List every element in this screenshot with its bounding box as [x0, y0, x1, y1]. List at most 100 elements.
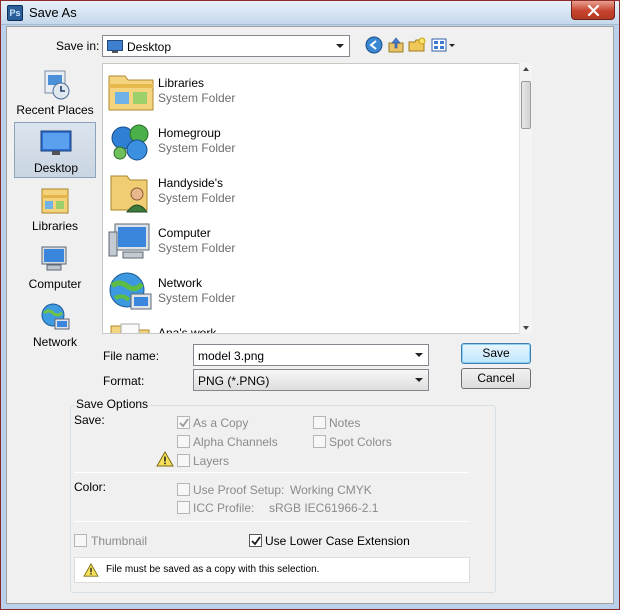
notes-label: Notes — [329, 416, 361, 430]
checkmark-icon — [251, 536, 261, 546]
back-arrow-icon[interactable] — [365, 36, 383, 54]
libraries-icon — [41, 188, 69, 214]
checkmark-icon — [179, 418, 189, 428]
save-in-label: Save in: — [56, 39, 100, 53]
dialog-client-area: Save in: Desktop Recent Places Desktop L… — [6, 26, 614, 604]
new-folder-icon[interactable] — [408, 36, 426, 54]
icc-profile-checkbox[interactable] — [177, 501, 190, 514]
file-name: Libraries — [158, 76, 205, 90]
file-type: System Folder — [158, 91, 236, 105]
network-icon — [41, 303, 70, 330]
use-proof-setup-checkbox[interactable] — [177, 483, 190, 496]
alpha-channels-checkbox[interactable] — [177, 435, 190, 448]
list-item[interactable]: Computer System Folder — [107, 218, 507, 266]
scroll-down-icon[interactable] — [523, 326, 529, 330]
place-label: Recent Places — [16, 103, 94, 117]
lower-case-extension-checkbox[interactable] — [249, 534, 262, 547]
close-button[interactable] — [571, 1, 615, 20]
file-type: System Folder — [158, 141, 236, 155]
as-a-copy-checkbox[interactable] — [177, 416, 190, 429]
window-title: Save As — [29, 5, 77, 20]
place-computer[interactable]: Computer — [14, 239, 96, 295]
homegroup-icon — [111, 124, 149, 161]
file-type: System Folder — [158, 241, 236, 255]
place-network[interactable]: Network — [14, 297, 96, 353]
user-folder-icon — [110, 175, 148, 213]
place-label: Computer — [28, 277, 82, 291]
places-bar: Recent Places Desktop Libraries Computer… — [14, 63, 96, 361]
file-name: Network — [158, 276, 203, 290]
file-name: Ana's work — [158, 326, 217, 334]
save-label: Save: — [74, 413, 105, 427]
file-type: System Folder — [158, 191, 236, 205]
save-options-title: Save Options — [74, 397, 151, 411]
use-proof-setup-label: Use Proof Setup: — [193, 483, 285, 497]
divider — [74, 472, 469, 473]
list-item[interactable]: Network System Folder — [107, 268, 507, 316]
file-name: Homegroup — [158, 126, 221, 140]
format-select[interactable]: PNG (*.PNG) — [193, 369, 429, 391]
thumbnail-label: Thumbnail — [91, 534, 148, 548]
icc-profile-label: ICC Profile: — [193, 501, 255, 515]
layers-checkbox[interactable] — [177, 454, 190, 467]
list-item[interactable]: Handyside's System Folder — [107, 168, 507, 216]
divider — [74, 521, 469, 522]
save-in-value: Desktop — [127, 40, 172, 54]
spot-colors-checkbox[interactable] — [313, 435, 326, 448]
save-in-dropdown[interactable]: Desktop — [102, 35, 350, 57]
desktop-icon — [40, 130, 72, 155]
chevron-down-icon[interactable] — [415, 353, 423, 357]
warning-icon — [83, 563, 99, 577]
place-label: Desktop — [33, 161, 79, 175]
save-as-dialog: Ps Save As Save in: Desktop Recent Place… — [0, 0, 620, 610]
file-list[interactable]: Libraries System Folder Homegroup System… — [102, 63, 532, 334]
title-bar[interactable]: Ps Save As — [1, 1, 619, 25]
file-name-label: File name: — [103, 349, 160, 363]
desktop-small-icon — [107, 40, 123, 53]
warning-icon — [156, 451, 174, 467]
place-recent-places[interactable]: Recent Places — [14, 65, 96, 121]
network-globe-icon — [109, 272, 152, 310]
computer-icon — [108, 223, 150, 259]
list-item[interactable]: Homegroup System Folder — [107, 118, 507, 166]
thumbnail-checkbox[interactable] — [74, 534, 87, 547]
views-menu-icon[interactable] — [431, 36, 457, 54]
notes-checkbox[interactable] — [313, 416, 326, 429]
file-name: Computer — [158, 226, 211, 240]
libraries-folder-icon — [108, 75, 154, 111]
chevron-down-icon — [336, 44, 344, 48]
list-item[interactable]: Ana's work — [107, 318, 507, 334]
place-desktop[interactable]: Desktop — [14, 122, 96, 178]
folder-icon — [110, 323, 150, 333]
file-type: System Folder — [158, 291, 236, 305]
chevron-down-icon — [415, 378, 423, 382]
place-label: Network — [32, 335, 77, 349]
file-list-scrollbar[interactable] — [519, 63, 532, 334]
list-item[interactable]: Libraries System Folder — [107, 68, 507, 116]
computer-icon — [41, 246, 67, 271]
lower-case-extension-label: Use Lower Case Extension — [265, 534, 410, 548]
layers-label: Layers — [193, 454, 230, 468]
format-label: Format: — [103, 374, 145, 388]
file-name-input[interactable]: model 3.png — [193, 344, 429, 366]
spot-colors-label: Spot Colors — [329, 435, 392, 449]
format-value: PNG (*.PNG) — [198, 374, 270, 388]
photoshop-app-icon: Ps — [7, 5, 23, 21]
up-folder-icon[interactable] — [387, 36, 405, 54]
place-label: Libraries — [31, 219, 79, 233]
file-name: Handyside's — [158, 176, 223, 190]
scroll-thumb[interactable] — [521, 81, 531, 129]
place-libraries[interactable]: Libraries — [14, 181, 96, 237]
proof-setup-value: Working CMYK — [290, 483, 372, 497]
recent-places-icon — [44, 70, 70, 100]
scroll-up-icon[interactable] — [523, 67, 529, 71]
save-button[interactable]: Save — [461, 343, 531, 364]
copy-warning-text: File must be saved as a copy with this s… — [106, 564, 320, 575]
color-label: Color: — [74, 480, 107, 494]
as-a-copy-label: As a Copy — [193, 416, 249, 430]
icc-profile-value: sRGB IEC61966-2.1 — [269, 501, 379, 515]
file-name-value: model 3.png — [198, 349, 265, 363]
copy-warning-box: File must be saved as a copy with this s… — [74, 557, 470, 583]
cancel-button[interactable]: Cancel — [461, 368, 531, 389]
alpha-channels-label: Alpha Channels — [193, 435, 278, 449]
